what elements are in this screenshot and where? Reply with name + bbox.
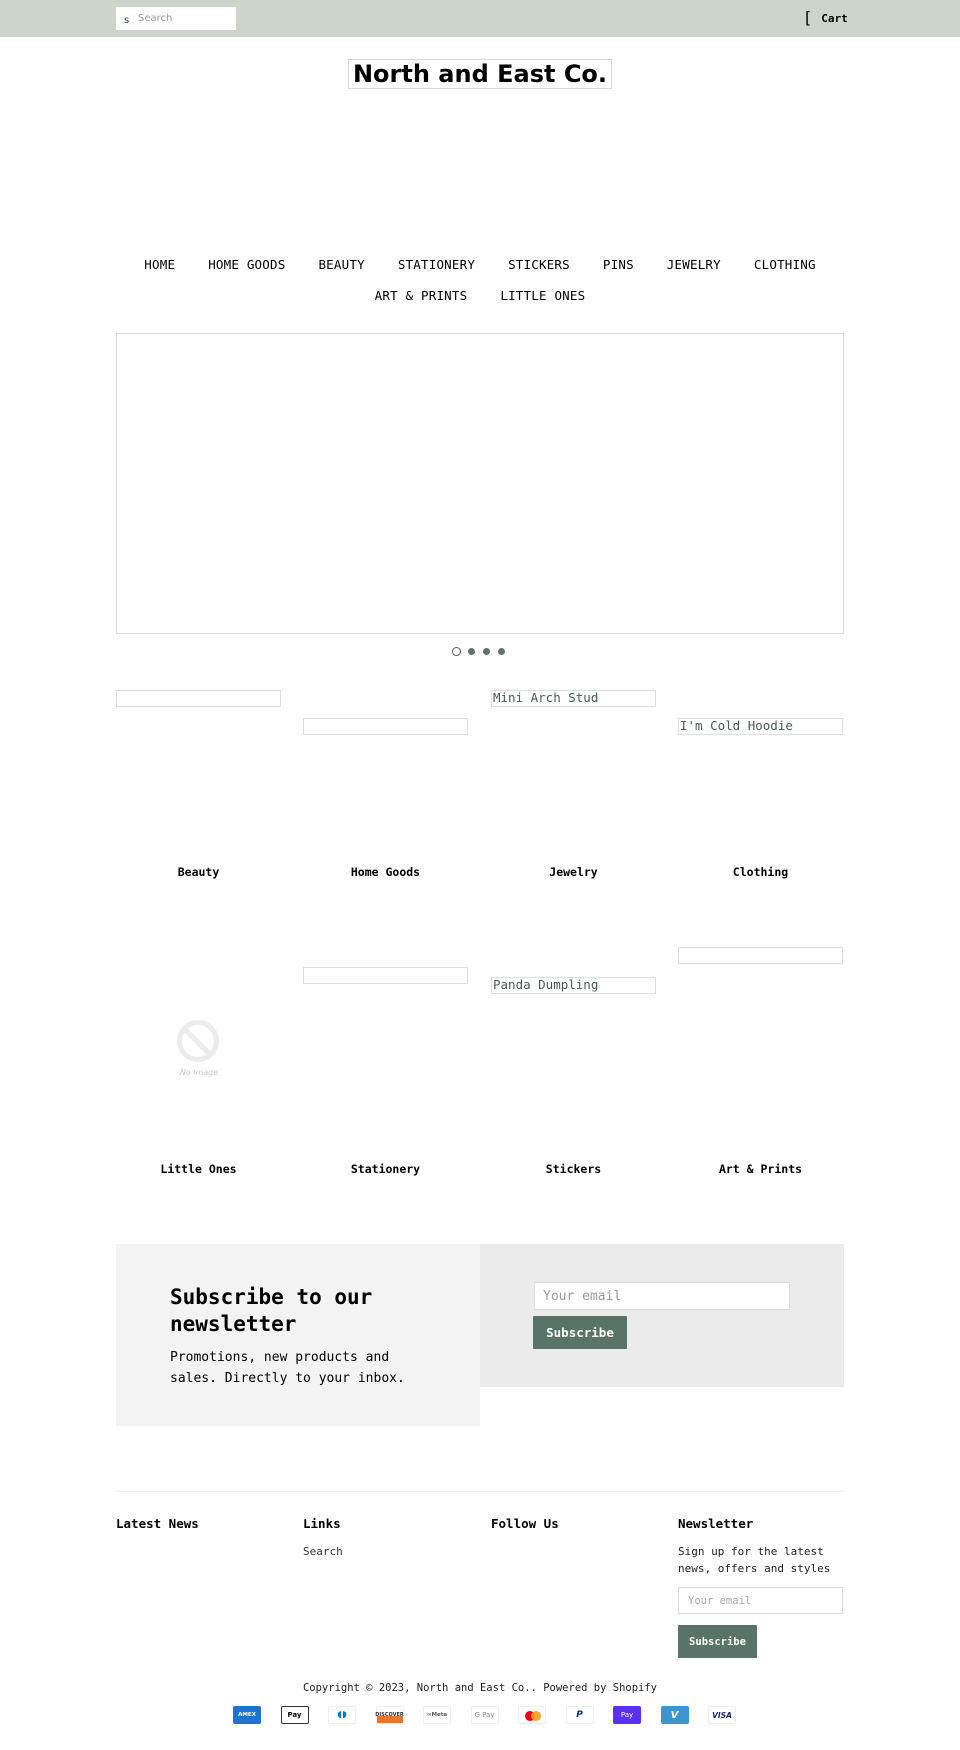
nav-item-art-prints[interactable]: ART & PRINTS <box>358 288 484 303</box>
diners-club-icon: ◖◗ <box>328 1706 356 1724</box>
newsletter-subscribe-button[interactable]: Subscribe <box>533 1316 627 1349</box>
venmo-icon: V <box>660 1706 689 1724</box>
main-nav-row-1: HOME HOME GOODS BEAUTY STATIONERY STICKE… <box>116 257 844 272</box>
nav-item-home[interactable]: HOME <box>128 257 192 272</box>
slide-dot-4[interactable] <box>498 648 505 655</box>
cart-icon: [ <box>805 8 812 27</box>
collection-title: Stationery <box>350 1162 421 1176</box>
slide-dot-1[interactable] <box>452 647 461 656</box>
cart-label: Cart <box>821 11 848 25</box>
search-input[interactable] <box>138 7 234 30</box>
footer-column-follow-us: Follow Us <box>491 1516 661 1531</box>
visa-icon: VISA <box>708 1706 736 1724</box>
nav-item-home-goods[interactable]: HOME GOODS <box>192 257 302 272</box>
amex-icon: AMEX <box>233 1706 261 1724</box>
hero-slideshow[interactable] <box>116 333 844 634</box>
apple-pay-icon: Pay <box>280 1706 309 1724</box>
powered-by-shopify-link[interactable]: Powered by Shopify <box>543 1682 657 1694</box>
newsletter-email-input[interactable] <box>534 1282 790 1310</box>
newsletter-info-panel: Subscribe to our newsletter Promotions, … <box>116 1244 480 1426</box>
discover-icon: DISCOVER <box>375 1706 404 1724</box>
footer-column-latest-news: Latest News <box>116 1516 286 1531</box>
mastercard-icon <box>518 1706 546 1724</box>
search-icon[interactable]: s <box>124 15 129 26</box>
nav-item-stickers[interactable]: STICKERS <box>492 257 587 272</box>
collection-title: Little Ones <box>160 1162 237 1176</box>
nav-item-stationery[interactable]: STATIONERY <box>381 257 491 272</box>
collection-title: Clothing <box>732 865 789 879</box>
collection-image <box>303 967 468 984</box>
paypal-icon: P <box>565 1706 594 1724</box>
newsletter-heading: Subscribe to our newsletter <box>170 1285 373 1336</box>
slide-dot-2[interactable] <box>468 648 475 655</box>
announcement-top-bar: s [ Cart <box>0 0 960 37</box>
collection-title: Home Goods <box>350 865 421 879</box>
slideshow-pagination <box>452 647 506 656</box>
slide-dot-3[interactable] <box>483 648 490 655</box>
footer-column-links: Links Search <box>303 1516 473 1558</box>
cart-link[interactable]: [ Cart <box>805 8 848 27</box>
collection-title: Stickers <box>545 1162 602 1176</box>
newsletter-description: Promotions, new products and sales. Dire… <box>170 1350 405 1386</box>
copyright-store-link[interactable]: North and East Co. <box>417 1682 531 1694</box>
footer-heading: Latest News <box>116 1516 199 1531</box>
nav-item-clothing[interactable]: CLOTHING <box>737 257 832 272</box>
payment-icons: AMEX Pay ◖◗ DISCOVER ∞Meta G Pay P Pay V… <box>233 1706 736 1724</box>
footer-heading: Links <box>303 1516 341 1531</box>
footer-link-search[interactable]: Search <box>303 1545 473 1558</box>
collection-title: Beauty <box>177 865 220 879</box>
meta-pay-icon: ∞Meta <box>423 1706 451 1724</box>
no-image-placeholder: No image <box>175 1020 221 1080</box>
collection-image <box>116 690 281 707</box>
collection-title: Jewelry <box>549 865 598 879</box>
nav-item-pins[interactable]: PINS <box>586 257 650 272</box>
footer-column-newsletter: Newsletter Sign up for the latest news, … <box>678 1516 848 1666</box>
footer-divider <box>116 1491 844 1492</box>
main-nav-row-2: ART & PRINTS LITTLE ONES <box>116 288 844 303</box>
copyright-text: Copyright © 2023, <box>302 1682 417 1694</box>
collection-image <box>303 718 468 735</box>
shop-pay-icon: Pay <box>613 1706 641 1724</box>
collection-image: Mini Arch Stud <box>491 690 656 707</box>
nav-item-jewelry[interactable]: JEWELRY <box>650 257 737 272</box>
collection-image <box>678 947 843 964</box>
footer-heading: Newsletter <box>678 1516 754 1531</box>
nav-item-little-ones[interactable]: LITTLE ONES <box>484 288 602 303</box>
no-image-label: No image <box>179 1068 219 1077</box>
google-pay-icon: G Pay <box>470 1706 499 1724</box>
copyright: Copyright © 2023, North and East Co.. Po… <box>302 1682 658 1694</box>
collection-image: Panda Dumpling <box>491 977 656 994</box>
store-logo[interactable]: North and East Co. <box>348 59 612 89</box>
footer-email-input[interactable] <box>678 1587 843 1614</box>
collection-title: Art & Prints <box>718 1162 803 1176</box>
collection-image: I'm Cold Hoodie <box>678 718 843 735</box>
footer-newsletter-text: Sign up for the latest news, offers and … <box>678 1545 831 1575</box>
nav-item-beauty[interactable]: BEAUTY <box>302 257 381 272</box>
footer-subscribe-button[interactable]: Subscribe <box>678 1625 757 1658</box>
search-form[interactable]: s <box>116 7 236 30</box>
newsletter-form-panel: Subscribe <box>480 1244 844 1387</box>
footer-heading: Follow Us <box>491 1516 559 1531</box>
